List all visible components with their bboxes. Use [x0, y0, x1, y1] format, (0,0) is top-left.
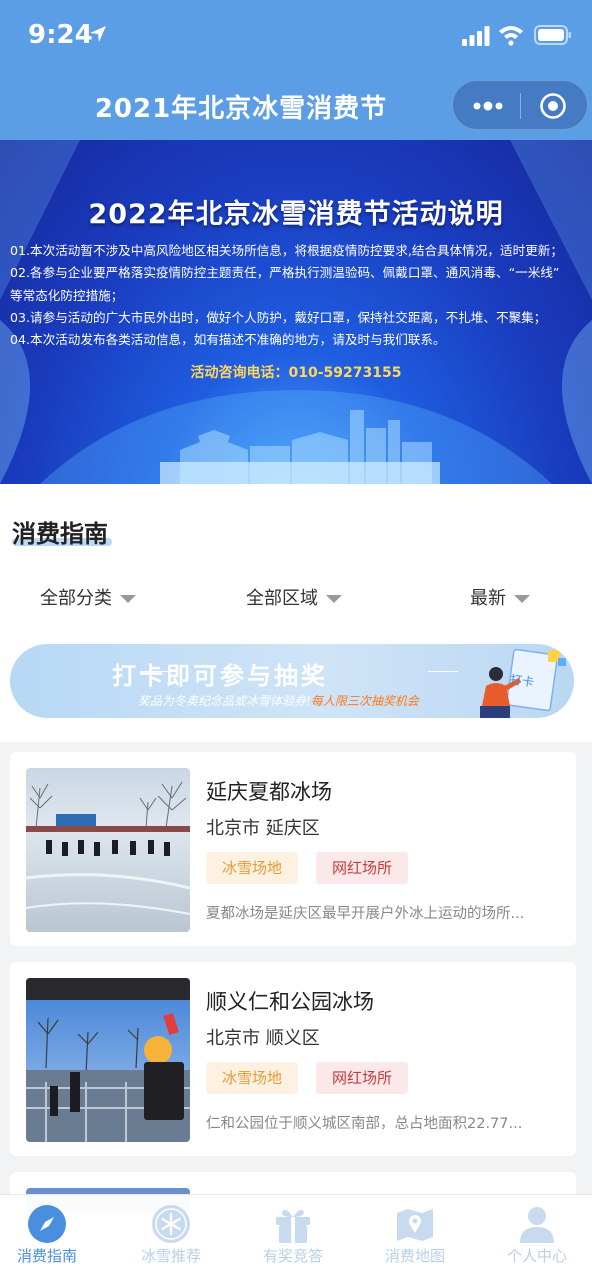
banner-note: 04.本次活动发布各类活动信息，如有描述不准确的地方，请及时与我们联系。	[10, 332, 446, 348]
gift-icon	[276, 1209, 310, 1243]
promo-prize-text: 奖品为冬奥纪念品或冰雪体验券!	[138, 694, 311, 708]
banner-note: 02.各参与企业要严格落实疫情防控主题责任，严格执行测温验码、佩戴口罩、通风消毒…	[10, 265, 560, 281]
tab-consumption-guide[interactable]: 消费指南	[0, 1195, 106, 1272]
event-banner[interactable]: 2022年北京冰雪消费节活动说明 01.本次活动暂不涉及中高风险地区相关场所信息…	[0, 140, 592, 484]
venue-location: 北京市 顺义区	[206, 1028, 320, 1049]
consumption-guide-section: 消费指南 全部分类 全部区域 最新 打卡即可参与抽奖 奖品为冬奥纪念品或冰雪体验…	[0, 484, 592, 742]
venue-tag: 冰雪场地	[206, 852, 299, 884]
tab-quiz[interactable]: 有奖竞答	[234, 1195, 352, 1272]
promo-subtitle: 奖品为冬奥纪念品或冰雪体验券!每人限三次抽奖机会	[138, 692, 419, 709]
tab-consumption-map[interactable]: 消费地图	[356, 1195, 474, 1272]
tab-personal-center[interactable]: 个人中心	[478, 1195, 592, 1272]
venue-tag: 网红场所	[316, 1062, 409, 1094]
location-arrow-icon	[90, 26, 106, 42]
venue-photo	[26, 768, 190, 932]
bottom-tab-bar: 消费指南 冰雪推荐 有奖竞答 消费地图 个人中心	[0, 1194, 592, 1272]
venue-tag: 冰雪场地	[206, 1062, 299, 1094]
tab-label: 消费指南	[16, 1247, 77, 1265]
ice-rink-photo	[26, 768, 190, 932]
banner-notes: 01.本次活动暂不涉及中高风险地区相关场所信息，将根据疫情防控要求,结合具体情况…	[10, 240, 585, 351]
city-skyline-illustration	[160, 410, 440, 484]
venue-name: 顺义仁和公园冰场	[206, 990, 374, 1014]
checkin-lottery-banner[interactable]: 打卡即可参与抽奖 奖品为冬奥纪念品或冰雪体验券!每人限三次抽奖机会 打卡	[10, 644, 574, 718]
venue-location: 北京市 延庆区	[206, 818, 320, 839]
more-icon[interactable]	[471, 95, 505, 117]
promo-sign-label: 打卡	[509, 672, 535, 690]
compass-icon	[28, 1205, 66, 1243]
venue-description: 夏都冰场是延庆区最早开展户外冰上运动的场所...	[206, 906, 525, 922]
snowflake-icon	[152, 1205, 190, 1243]
status-time: 9:24	[28, 20, 93, 50]
promo-title: 打卡即可参与抽奖	[112, 662, 328, 690]
filter-region-label: 全部区域	[246, 588, 318, 609]
tab-snow-recommend[interactable]: 冰雪推荐	[112, 1195, 230, 1272]
filter-sort-label: 最新	[470, 588, 506, 609]
wifi-icon	[499, 26, 523, 46]
banner-note: 03.请参与活动的广大市民外出时，做好个人防护，戴好口罩，保持社交距离，不扎堆、…	[10, 309, 547, 325]
venue-card[interactable]: 顺义仁和公园冰场 北京市 顺义区 冰雪场地 网红场所 仁和公园位于顺义城区南部，…	[10, 962, 576, 1156]
section-title: 消费指南	[12, 520, 108, 548]
venue-card[interactable]: 延庆夏都冰场 北京市 延庆区 冰雪场地 网红场所 夏都冰场是延庆区最早开展户外冰…	[10, 752, 576, 946]
filter-category[interactable]: 全部分类	[40, 584, 136, 610]
venue-name: 延庆夏都冰场	[206, 780, 332, 804]
chevron-down-icon	[326, 595, 342, 603]
tab-label: 有奖竞答	[262, 1247, 323, 1265]
filter-sort[interactable]: 最新	[470, 584, 530, 610]
venue-photo	[26, 978, 190, 1142]
map-icon	[397, 1209, 433, 1241]
cellular-signal-icon	[462, 26, 490, 46]
battery-icon	[534, 25, 571, 45]
close-miniprogram-icon[interactable]	[539, 92, 567, 120]
status-bar: 9:24	[0, 0, 592, 70]
user-icon	[520, 1207, 554, 1243]
park-rink-photo	[26, 978, 190, 1142]
filter-category-label: 全部分类	[40, 588, 112, 609]
promo-limit-text: 每人限三次抽奖机会	[310, 694, 419, 708]
top-bar: 9:24 2021年北京冰雪消费节	[0, 0, 592, 140]
banner-phone: 活动咨询电话：010-59273155	[190, 365, 402, 381]
venue-description: 仁和公园位于顺义城区南部，总占地面积22.77...	[206, 1116, 523, 1132]
banner-note: 01.本次活动暂不涉及中高风险地区相关场所信息，将根据疫情防控要求,结合具体情况…	[10, 243, 563, 258]
tab-label: 个人中心	[506, 1247, 567, 1265]
banner-title: 2022年北京冰雪消费节活动说明	[88, 199, 504, 230]
capsule-divider	[520, 93, 521, 119]
chevron-down-icon	[120, 595, 136, 603]
venue-tag: 网红场所	[316, 852, 409, 884]
chevron-down-icon	[514, 595, 530, 603]
decorative-line	[428, 671, 458, 672]
filter-region[interactable]: 全部区域	[246, 584, 342, 610]
miniprogram-capsule	[452, 80, 588, 130]
tab-label: 消费地图	[384, 1247, 445, 1265]
tab-label: 冰雪推荐	[140, 1247, 201, 1265]
banner-note: 等常态化防控措施；	[10, 287, 124, 303]
